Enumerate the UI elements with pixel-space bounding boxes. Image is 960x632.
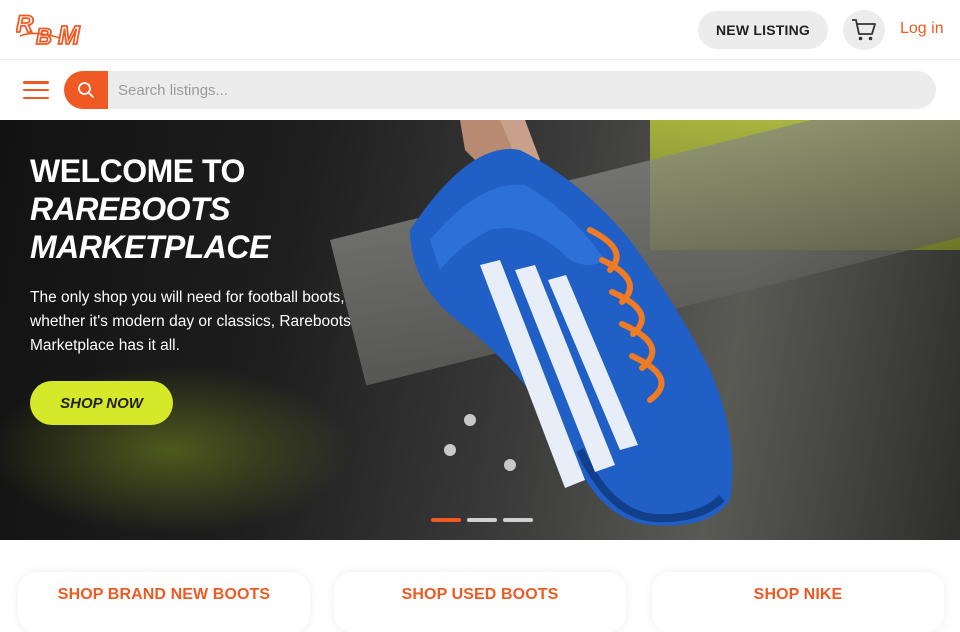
carousel-dot[interactable] — [431, 518, 461, 522]
category-card-used[interactable]: SHOP USED BOOTS — [334, 572, 626, 632]
new-listing-button[interactable]: NEW LISTING — [698, 11, 828, 49]
top-navbar: R B M NEW LISTING Log in — [0, 0, 960, 60]
hero-title: WELCOME TO RAREBOOTS MARKETPLACE — [30, 152, 270, 266]
category-card-label: SHOP NIKE — [753, 586, 843, 603]
category-card-label: SHOP USED BOOTS — [401, 586, 559, 603]
football-boot-image — [410, 120, 733, 526]
category-card-label: SHOP BRAND NEW BOOTS — [57, 586, 271, 603]
search-input[interactable] — [108, 71, 936, 109]
login-link[interactable]: Log in — [900, 20, 944, 38]
hero-title-line3: MARKETPLACE — [30, 229, 270, 265]
search-button[interactable] — [64, 71, 108, 109]
hero-title-line2: RAREBOOTS — [30, 191, 230, 227]
hero-title-line1: WELCOME TO — [30, 153, 245, 189]
category-card-brand-new[interactable]: SHOP BRAND NEW BOOTS — [18, 572, 310, 632]
hamburger-icon-line — [23, 96, 49, 99]
search-icon — [78, 82, 94, 98]
hamburger-icon-line — [23, 88, 49, 92]
cart-icon — [852, 19, 876, 41]
rbm-logo[interactable]: R B M — [16, 12, 98, 48]
cart-button[interactable] — [843, 10, 885, 50]
svg-text:M: M — [58, 20, 81, 48]
carousel-dot[interactable] — [503, 518, 533, 522]
menu-button[interactable] — [22, 78, 50, 102]
hero-description: The only shop you will need for football… — [30, 289, 351, 354]
carousel-dot[interactable] — [467, 518, 497, 522]
hamburger-icon — [23, 81, 49, 84]
category-card-nike[interactable]: SHOP NIKE — [652, 572, 944, 632]
carousel-indicators — [431, 518, 533, 522]
shop-now-button[interactable]: SHOP NOW — [30, 381, 173, 425]
